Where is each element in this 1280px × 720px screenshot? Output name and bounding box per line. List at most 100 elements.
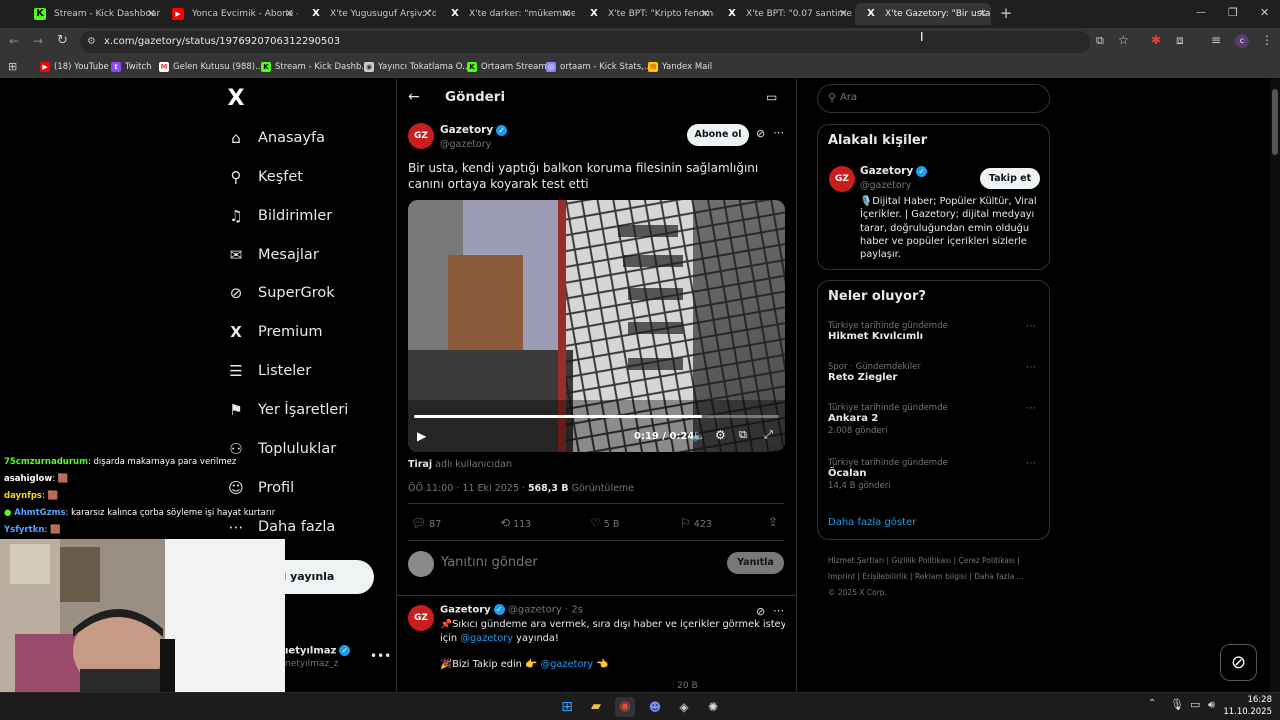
browser-menu-icon[interactable]: ⋮ [1261,33,1273,47]
new-tab-button[interactable]: + [998,4,1014,22]
trend-item[interactable]: Türkiye tarihinde gündemde Ankara 2 2.00… [828,403,1040,447]
install-app-icon[interactable]: ⧉ [1096,34,1104,48]
subscribe-button[interactable]: Abone ol [687,124,749,146]
nav-lists[interactable]: ☰ Listeler [226,356,311,386]
author-name[interactable]: Gazetory ✓ [440,124,508,136]
address-bar[interactable]: ⚙ x.com/gazetory/status/1976920706312290… [80,31,1090,53]
nav-bookmarks[interactable]: ⚑ Yer İşaretleri [226,395,348,425]
browser-tab[interactable]: X X'te Yugusuguf Arşiv: "dü ✕ [300,3,436,25]
footer-link[interactable]: Gizlilik Politikası [891,556,951,565]
close-icon[interactable]: ✕ [978,3,987,25]
reply-author-avatar[interactable]: GZ [408,605,434,631]
search-input[interactable]: Ara [840,92,857,103]
more-icon[interactable]: ⋯ [1026,403,1036,414]
back-icon[interactable]: ← [9,34,19,48]
more-icon[interactable]: ⋯ [1026,362,1036,373]
repost-action[interactable]: ⟲ 113 [500,516,531,530]
browser-tab[interactable]: K Stream - Kick Dashboard ✕ [24,3,160,25]
fullscreen-icon[interactable]: ⤢ [764,428,773,442]
footer-link[interactable]: Çerez Politikası [958,556,1015,565]
volume-icon[interactable]: 🔈 [692,429,706,442]
browser-tab-active[interactable]: X X'te Gazetory: "Bir usta, k ✕ [855,3,991,25]
close-icon[interactable]: ✕ [839,3,848,25]
reply-submit-button[interactable]: Yanıtla [727,552,784,574]
discord-icon[interactable]: ☻ [645,697,665,717]
scrollbar[interactable] [1270,79,1280,692]
bookmark-yayinci[interactable]: ◉ Yayıncı Tokatlama O... [364,56,470,78]
trend-item[interactable]: Türkiye tarihinde gündemde Öcalan 14,4 B… [828,458,1040,502]
footer-link[interactable]: Daha fazla ... [974,572,1024,581]
author-handle[interactable]: @gazetory [440,139,491,150]
more-icon[interactable]: ⋯ [1026,458,1036,469]
extensions-puzzle-icon[interactable]: ⧈ [1176,33,1184,48]
nav-profile[interactable]: ☺ Profil [226,473,294,503]
bookmark-star-icon[interactable]: ☆ [1118,33,1129,47]
share-icon[interactable]: ⇪ [768,515,778,529]
bookmark-youtube[interactable]: ▶ (18) YouTube [40,56,109,78]
back-arrow-icon[interactable]: ← [408,89,420,105]
bookmark-yandex-mail[interactable]: ✉ Yandex Mail [648,56,712,78]
video-progress-track[interactable] [414,415,779,418]
forward-icon[interactable]: → [33,34,43,48]
extension-icon[interactable]: ✱ [1151,33,1161,47]
reply-input[interactable]: Yanıtını gönder [441,555,538,570]
clock[interactable]: 16:28 11.10.2025 [1222,694,1272,718]
picture-in-picture-icon[interactable]: ⧉ [739,428,747,442]
nav-messages[interactable]: ✉ Mesajlar [226,240,319,270]
footer-link[interactable]: Erişilebilirlik [862,572,907,581]
nav-supergrok[interactable]: ⊘ SuperGrok [226,278,335,308]
nav-notifications[interactable]: ♫ Bildirimler [226,201,332,231]
footer-link[interactable]: Reklam bilgisi [915,572,967,581]
footer-link[interactable]: Hizmet Şartları [828,556,884,565]
nav-explore[interactable]: ⚲ Keşfet [226,162,303,192]
trend-item[interactable]: Spor · Gündemdekiler Reto Ziegler ⋯ [828,362,1040,394]
attribution-name[interactable]: Tiraj [408,459,432,470]
bookmark-twitch[interactable]: t Twitch [111,56,152,78]
bookmark-kick-dashboard[interactable]: K Stream - Kick Dashb... [261,56,370,78]
mention-link[interactable]: @gazetory [460,633,513,644]
chrome-icon[interactable]: ◉ [615,697,635,717]
speaker-icon[interactable]: 🔊︎ [1208,698,1215,712]
play-icon[interactable]: ▶ [417,429,426,443]
show-more-link[interactable]: Daha fazla göster [828,517,916,528]
browser-tab[interactable]: ▶ Yonca Evcimik - Abone - ✕ [162,3,298,25]
file-explorer-icon[interactable]: ▰ [586,697,606,717]
post-timestamp[interactable]: ÖÖ 11:00 · 11 Eki 2025 · [408,483,525,494]
media-control-icon[interactable]: ≡ [1211,33,1221,47]
related-avatar[interactable]: GZ [829,166,855,192]
related-handle[interactable]: @gazetory [860,180,911,191]
more-icon[interactable]: ••• [370,649,391,663]
grok-icon[interactable]: ⊘ [756,605,765,618]
trend-item[interactable]: Türkiye tarihinde gündemde Hikmet Kıvılc… [828,321,1040,353]
bookmark-ortaam-stream[interactable]: K Ortaam Stream [467,56,547,78]
nav-home[interactable]: ⌂ Anasayfa [226,123,325,153]
grok-icon[interactable]: ⊘ [756,127,765,140]
reply-action[interactable]: 💬︎ 87 [411,516,441,530]
grok-floating-button[interactable]: ⊘ [1220,644,1257,681]
settings-gear-icon[interactable]: ⚙ [715,428,726,442]
site-info-icon[interactable]: ⚙ [87,31,96,53]
reload-icon[interactable]: ↻ [57,33,68,48]
search-box[interactable]: ⚲ Ara [817,84,1050,113]
microphone-icon[interactable]: 🎙︎ [1170,698,1184,711]
close-window-icon[interactable]: ✕ [1260,6,1269,19]
nav-premium[interactable]: X Premium [226,317,322,347]
steam-icon[interactable]: ◈ [674,697,694,717]
reader-mode-icon[interactable]: ▭ [766,90,777,104]
profile-avatar[interactable]: c [1235,34,1249,48]
browser-tab[interactable]: X X'te darker: "mükemmel v ✕ [439,3,575,25]
mention-link[interactable]: @gazetory [540,659,593,670]
chevron-up-icon[interactable]: ⌃ [1148,698,1156,709]
reply-author-name[interactable]: Gazetory [440,605,491,616]
footer-link[interactable]: Imprint [828,572,855,581]
author-avatar[interactable]: GZ [408,123,434,149]
display-icon[interactable]: ▭ [1190,698,1200,711]
like-action[interactable]: ♡ 5 B [590,516,619,530]
video-attribution[interactable]: Tiraj adlı kullanıcıdan [408,459,512,470]
more-icon[interactable]: ⋯ [773,604,784,617]
follow-button[interactable]: Takip et [980,168,1040,189]
reply-author[interactable]: Gazetory ✓ @gazetory · 2s [440,604,583,616]
close-icon[interactable]: ✕ [423,3,432,25]
nav-communities[interactable]: ⚇ Topluluklar [226,434,336,464]
bookmark-kick-stats[interactable]: ◎ ortaam - Kick Stats,... [546,56,652,78]
